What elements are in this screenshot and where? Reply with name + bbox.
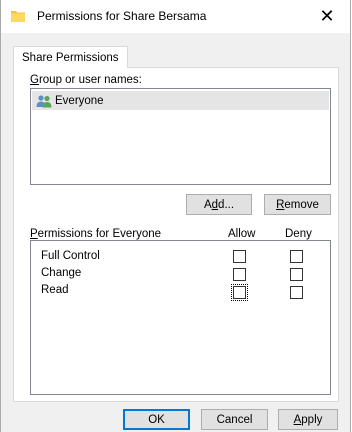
group-or-user-names-label: Group or user names: — [30, 74, 142, 86]
add-label-rest: d... — [218, 198, 235, 211]
list-item-everyone[interactable]: Everyone — [32, 91, 329, 110]
allow-column-header: Allow — [228, 228, 256, 240]
permissions-for-label: Permissions for Everyone — [30, 228, 161, 240]
permissions-label-accesskey: P — [30, 228, 38, 240]
deny-checkbox-change[interactable] — [290, 268, 303, 281]
ok-button[interactable]: OK — [123, 409, 190, 430]
tab-share-permissions[interactable]: Share Permissions — [13, 46, 128, 68]
permission-name-read: Read — [41, 284, 69, 296]
add-label-a: A — [203, 198, 212, 211]
close-button[interactable]: ✕ — [304, 0, 350, 33]
tab-label: Share Permissions — [22, 51, 119, 64]
group-label-accesskey: G — [30, 74, 39, 86]
tab-panel: Group or user names: Everyone Ad d... Rem… — [13, 67, 339, 402]
apply-button[interactable]: Apply — [278, 409, 338, 430]
folder-icon — [11, 11, 25, 22]
allow-checkbox-full-control[interactable] — [233, 250, 246, 263]
permissions-dialog: Permissions for Share Bersama ✕ Share Pe… — [0, 0, 351, 432]
permissions-list: Full Control Change Read — [30, 240, 331, 395]
cancel-button[interactable]: Cancel — [201, 409, 268, 430]
user-name: Everyone — [55, 94, 104, 107]
remove-label-rest: emove — [284, 198, 319, 211]
allow-checkbox-change[interactable] — [233, 268, 246, 281]
deny-checkbox-full-control[interactable] — [290, 250, 303, 263]
apply-label-rest: pply — [301, 413, 323, 426]
window-title: Permissions for Share Bersama — [37, 9, 207, 23]
permission-name-change: Change — [41, 267, 82, 279]
group-label-rest: roup or user names: — [38, 74, 142, 86]
remove-label-accesskey: R — [276, 198, 285, 211]
remove-button[interactable]: Remove — [264, 194, 331, 215]
user-list[interactable]: Everyone — [30, 88, 331, 185]
title-bar[interactable]: Permissions for Share Bersama ✕ — [1, 0, 350, 33]
deny-checkbox-read[interactable] — [290, 286, 303, 299]
apply-label-accesskey: A — [293, 413, 302, 426]
users-icon — [36, 94, 52, 107]
permission-name-full-control: Full Control — [41, 250, 100, 262]
deny-column-header: Deny — [285, 228, 312, 240]
close-icon: ✕ — [319, 6, 335, 26]
allow-checkbox-read[interactable] — [231, 284, 248, 301]
add-button[interactable]: Ad d... — [186, 194, 252, 215]
permissions-label-rest: ermissions for Everyone — [37, 228, 162, 240]
